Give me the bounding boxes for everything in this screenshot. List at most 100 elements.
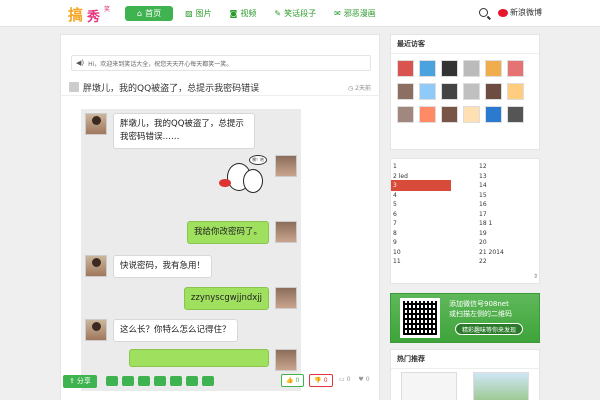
visitor-avatar[interactable] — [507, 83, 524, 100]
date-item[interactable]: 7 — [391, 219, 451, 229]
nav-videos[interactable]: ◙ 视频 — [224, 6, 263, 21]
nav-label: 首页 — [145, 9, 162, 18]
weibo-icon — [498, 8, 508, 17]
upvote-button[interactable]: 👍 0 — [281, 374, 305, 387]
chat-message: 我给你改密码了。 — [186, 221, 297, 244]
notice-bar: ◀) Hi，欢迎来到笑话大全，祝您天天开心每天都笑一笑。 — [71, 55, 371, 71]
visitor-avatar[interactable] — [485, 83, 502, 100]
chat-message: 这么长？你特么怎么记得住？ — [85, 319, 238, 342]
comment-stat[interactable]: ▭ 0 — [339, 376, 350, 383]
date-item[interactable]: 22 — [477, 257, 504, 267]
sticker-image: 嘿！哈 — [213, 155, 269, 207]
notice-text: Hi，欢迎来到笑话大全，祝您天天开心每天都笑一笑。 — [88, 60, 233, 68]
widget-title: 热门推荐 — [391, 350, 539, 369]
tag[interactable] — [121, 376, 134, 386]
date-item[interactable]: 14 — [477, 181, 504, 191]
thumbs-down-icon: 👎 — [314, 377, 322, 384]
date-item[interactable]: 1 — [391, 162, 451, 172]
date-item[interactable]: 3 — [391, 181, 451, 191]
header-tools: 新浪微博 — [479, 7, 542, 18]
date-item[interactable]: 6 — [391, 210, 451, 220]
visitor-avatar[interactable] — [441, 60, 458, 77]
thumbs-up-icon: 👍 — [286, 377, 294, 384]
wechat-qr-banner[interactable]: 添加微信号908net 或扫描左侧的二维码 精彩趣味等你来发现 — [390, 293, 540, 343]
weibo-label: 新浪微博 — [510, 8, 542, 17]
downvote-count: 0 — [323, 377, 328, 384]
date-item[interactable]: 12 — [477, 162, 504, 172]
qr-line2: 或扫描左侧的二维码 — [449, 310, 512, 318]
visitor-avatar[interactable] — [463, 83, 480, 100]
date-item[interactable]: 17 — [477, 210, 504, 220]
avatar — [275, 349, 297, 371]
date-column-left: 12 led 3 4 5 6 7 8 9 10 11 — [391, 162, 451, 267]
visitor-avatar[interactable] — [419, 83, 436, 100]
nav-label: 邪恶漫画 — [343, 9, 376, 18]
visitor-avatar[interactable] — [441, 83, 458, 100]
chat-bubble: 胖墩儿，我的QQ被盗了，总提示我密码错误…… — [113, 113, 255, 149]
speaker-icon: ◀) — [76, 59, 85, 67]
chat-message: 嘿！哈 — [213, 155, 297, 207]
chat-bubble: zzynyscgwjjndxjj — [183, 287, 269, 310]
tag[interactable] — [169, 376, 182, 386]
chat-message — [129, 349, 297, 371]
search-icon[interactable] — [479, 8, 488, 17]
qr-line1: 添加微信号908net — [449, 300, 509, 308]
user-icon — [69, 82, 79, 92]
date-item[interactable]: 19 — [477, 229, 504, 239]
chat-message: 胖墩儿，我的QQ被盗了，总提示我密码错误…… — [85, 113, 255, 149]
nav-home[interactable]: ⌂ 首页 — [125, 6, 174, 21]
visitor-avatar[interactable] — [485, 106, 502, 123]
visitor-avatar[interactable] — [463, 106, 480, 123]
nav-jokes[interactable]: ✎ 笑话段子 — [268, 6, 322, 21]
visitor-avatar[interactable] — [397, 106, 414, 123]
scroll-icon[interactable]: ⇕ — [533, 273, 538, 280]
date-item[interactable]: 16 — [477, 200, 504, 210]
tag[interactable] — [153, 376, 166, 386]
visitor-avatar[interactable] — [397, 60, 414, 77]
visitor-avatar[interactable] — [463, 60, 480, 77]
post-stats: ▭ 0 ♥ 0 — [339, 376, 370, 383]
qr-text: 添加微信号908net 或扫描左侧的二维码 — [449, 299, 512, 319]
visitor-avatar[interactable] — [507, 60, 524, 77]
visitor-avatar[interactable] — [507, 106, 524, 123]
tag[interactable] — [201, 376, 214, 386]
site-logo[interactable]: 搞秀笑 — [68, 4, 112, 25]
nav-comics[interactable]: ✉ 邪恶漫画 — [328, 6, 382, 21]
downvote-button[interactable]: 👎 0 — [309, 374, 333, 387]
date-item[interactable]: 8 — [391, 229, 451, 239]
date-column-right: 12 13 14 15 16 17 18 1 19 20 21 2014 22 — [477, 162, 504, 267]
tag[interactable] — [105, 376, 118, 386]
date-item[interactable]: 21 2014 — [477, 248, 504, 258]
clock-icon: ◷ — [348, 85, 354, 92]
fav-stat[interactable]: ♥ 0 — [358, 376, 369, 383]
date-item[interactable]: 5 — [391, 200, 451, 210]
date-item[interactable]: 9 — [391, 238, 451, 248]
tag[interactable] — [185, 376, 198, 386]
visitor-avatar[interactable] — [419, 106, 436, 123]
nav-images[interactable]: ▨ 图片 — [179, 6, 218, 21]
post-title[interactable]: 胖墩儿，我的QQ被盗了，总提示我密码错误 — [83, 81, 259, 94]
weibo-link[interactable]: 新浪微博 — [498, 7, 542, 18]
date-item[interactable]: 15 — [477, 191, 504, 201]
date-item[interactable]: 20 — [477, 238, 504, 248]
visitor-avatar[interactable] — [419, 60, 436, 77]
recommend-thumb[interactable] — [473, 372, 529, 400]
nav-label: 视频 — [240, 9, 257, 18]
date-item[interactable]: 2 led — [391, 172, 451, 181]
visitor-avatar[interactable] — [485, 60, 502, 77]
date-item[interactable]: 13 — [477, 172, 504, 182]
nav-label: 笑话段子 — [284, 9, 317, 18]
chat-bubble: 这么长？你特么怎么记得住？ — [113, 319, 238, 342]
date-item[interactable]: 10 — [391, 248, 451, 258]
visitor-avatar[interactable] — [441, 106, 458, 123]
date-item[interactable]: 11 — [391, 257, 451, 267]
share-button[interactable]: ⇪ 分享 — [63, 374, 97, 388]
visitor-avatar[interactable] — [397, 83, 414, 100]
chat-bubble: 我给你改密码了。 — [186, 221, 269, 244]
recommend-thumb[interactable] — [401, 372, 457, 400]
tag[interactable] — [137, 376, 150, 386]
share-icon: ⇪ — [69, 377, 75, 385]
date-item[interactable]: 4 — [391, 191, 451, 201]
discover-button[interactable]: 精彩趣味等你来发现 — [455, 323, 524, 335]
date-item[interactable]: 18 1 — [477, 219, 504, 229]
